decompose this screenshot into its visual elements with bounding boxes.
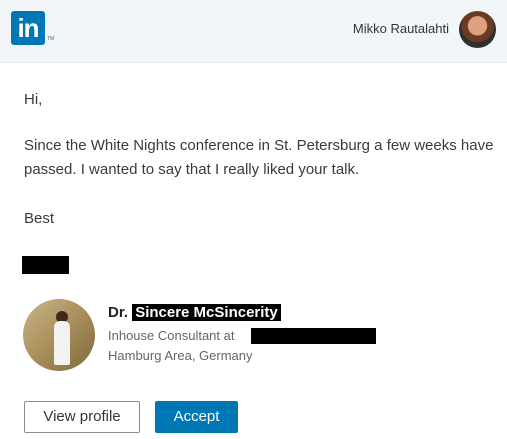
profile-location: Hamburg Area, Germany <box>108 348 253 363</box>
profile-title: Inhouse Consultant at <box>108 328 235 343</box>
redacted-signature <box>22 256 69 274</box>
profile-photo[interactable] <box>23 299 95 371</box>
email-header: in TM Mikko Rautalahti <box>0 0 507 63</box>
profile-photo-body <box>54 321 70 365</box>
logo-text: in <box>17 13 39 43</box>
message-greeting: Hi, <box>24 91 43 108</box>
profile-name[interactable]: Dr. Sincere McSincerity <box>108 303 281 323</box>
view-profile-button[interactable]: View profile <box>24 401 140 433</box>
message-signoff: Best <box>24 210 55 227</box>
user-avatar-icon[interactable] <box>459 11 496 48</box>
logo-trademark: TM <box>47 36 55 42</box>
message-body: Since the White Nights conference in St.… <box>24 137 494 178</box>
profile-name-text: Sincere McSincerity <box>132 304 281 321</box>
linkedin-logo-icon[interactable]: in <box>11 11 45 45</box>
accept-button[interactable]: Accept <box>155 401 238 433</box>
profile-name-prefix: Dr. <box>108 304 129 321</box>
redacted-company <box>251 328 376 344</box>
user-name[interactable]: Mikko Rautalahti <box>353 21 449 36</box>
